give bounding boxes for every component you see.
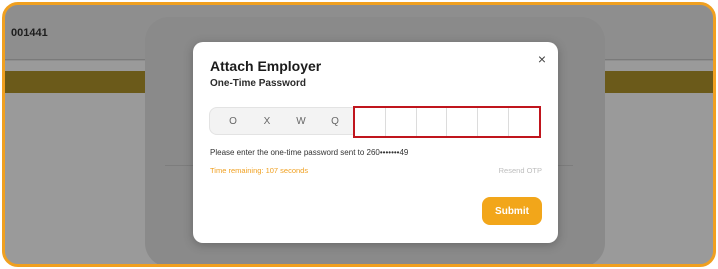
otp-digit-input[interactable]	[447, 108, 479, 136]
background-record-id: 001441	[11, 27, 48, 39]
otp-input-group	[353, 106, 541, 138]
otp-prefix-char: X	[263, 115, 271, 127]
otp-digit-input[interactable]	[509, 108, 539, 136]
otp-prefix-char: O	[229, 115, 237, 127]
otp-prefix-group: O X W Q	[209, 107, 359, 135]
otp-digit-input[interactable]	[416, 108, 448, 136]
otp-digit-input[interactable]	[385, 108, 417, 136]
modal-subtitle: One-Time Password	[210, 78, 306, 89]
modal-title: Attach Employer	[210, 58, 322, 74]
screenshot-frame: 001441 × Attach Employer One-Time Passwo…	[2, 2, 716, 267]
otp-timer: Time remaining: 107 seconds	[210, 166, 309, 175]
otp-prefix-char: W	[296, 115, 306, 127]
otp-digit-input[interactable]	[478, 108, 510, 136]
submit-button[interactable]: Submit	[482, 197, 542, 225]
otp-digit-input[interactable]	[355, 108, 386, 136]
resend-otp-link[interactable]: Resend OTP	[499, 166, 542, 175]
close-icon[interactable]: ×	[538, 52, 546, 66]
otp-prefix-char: Q	[331, 115, 339, 127]
otp-instructions: Please enter the one-time password sent …	[210, 148, 409, 157]
attach-employer-modal: × Attach Employer One-Time Password O X …	[193, 42, 558, 243]
